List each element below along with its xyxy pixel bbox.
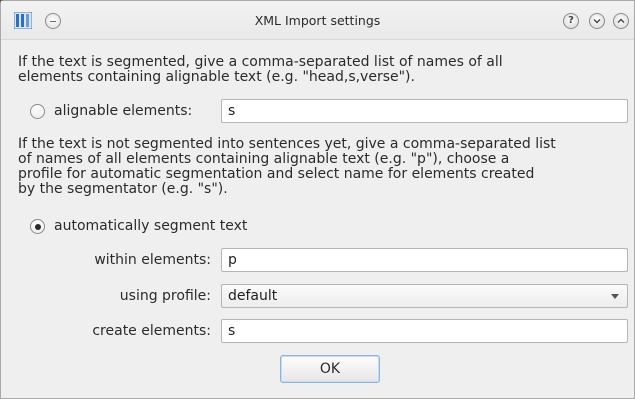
within-elements-input[interactable] — [221, 248, 628, 272]
maximize-button[interactable] — [613, 13, 629, 29]
chevron-down-icon — [593, 19, 601, 24]
alignable-elements-input[interactable] — [221, 99, 628, 123]
create-elements-label: create elements: — [92, 323, 211, 339]
minimize-button[interactable] — [589, 13, 605, 29]
xml-import-settings-dialog: XML Import settings ? If the text is seg… — [0, 0, 635, 399]
window-title: XML Import settings — [254, 13, 381, 28]
alignable-elements-radio[interactable] — [30, 104, 45, 119]
using-profile-label: using profile: — [119, 288, 211, 304]
segmented-description: If the text is segmented, give a comma-s… — [18, 54, 503, 85]
profile-select[interactable]: default — [221, 284, 628, 308]
ok-button[interactable]: OK — [280, 355, 380, 383]
help-button[interactable]: ? — [563, 13, 579, 29]
chevron-up-icon — [617, 18, 625, 23]
auto-segment-label[interactable]: automatically segment text — [54, 218, 247, 234]
dropdown-arrow-icon — [611, 294, 619, 299]
create-elements-input[interactable] — [221, 319, 628, 343]
alignable-elements-label[interactable]: alignable elements: — [54, 103, 192, 119]
auto-segment-radio[interactable] — [30, 219, 45, 234]
profile-select-value: default — [228, 288, 278, 304]
within-elements-label: within elements: — [94, 252, 211, 268]
title-bar[interactable]: XML Import settings ? — [1, 1, 634, 40]
unsegmented-description: If the text is not segmented into senten… — [18, 136, 556, 197]
